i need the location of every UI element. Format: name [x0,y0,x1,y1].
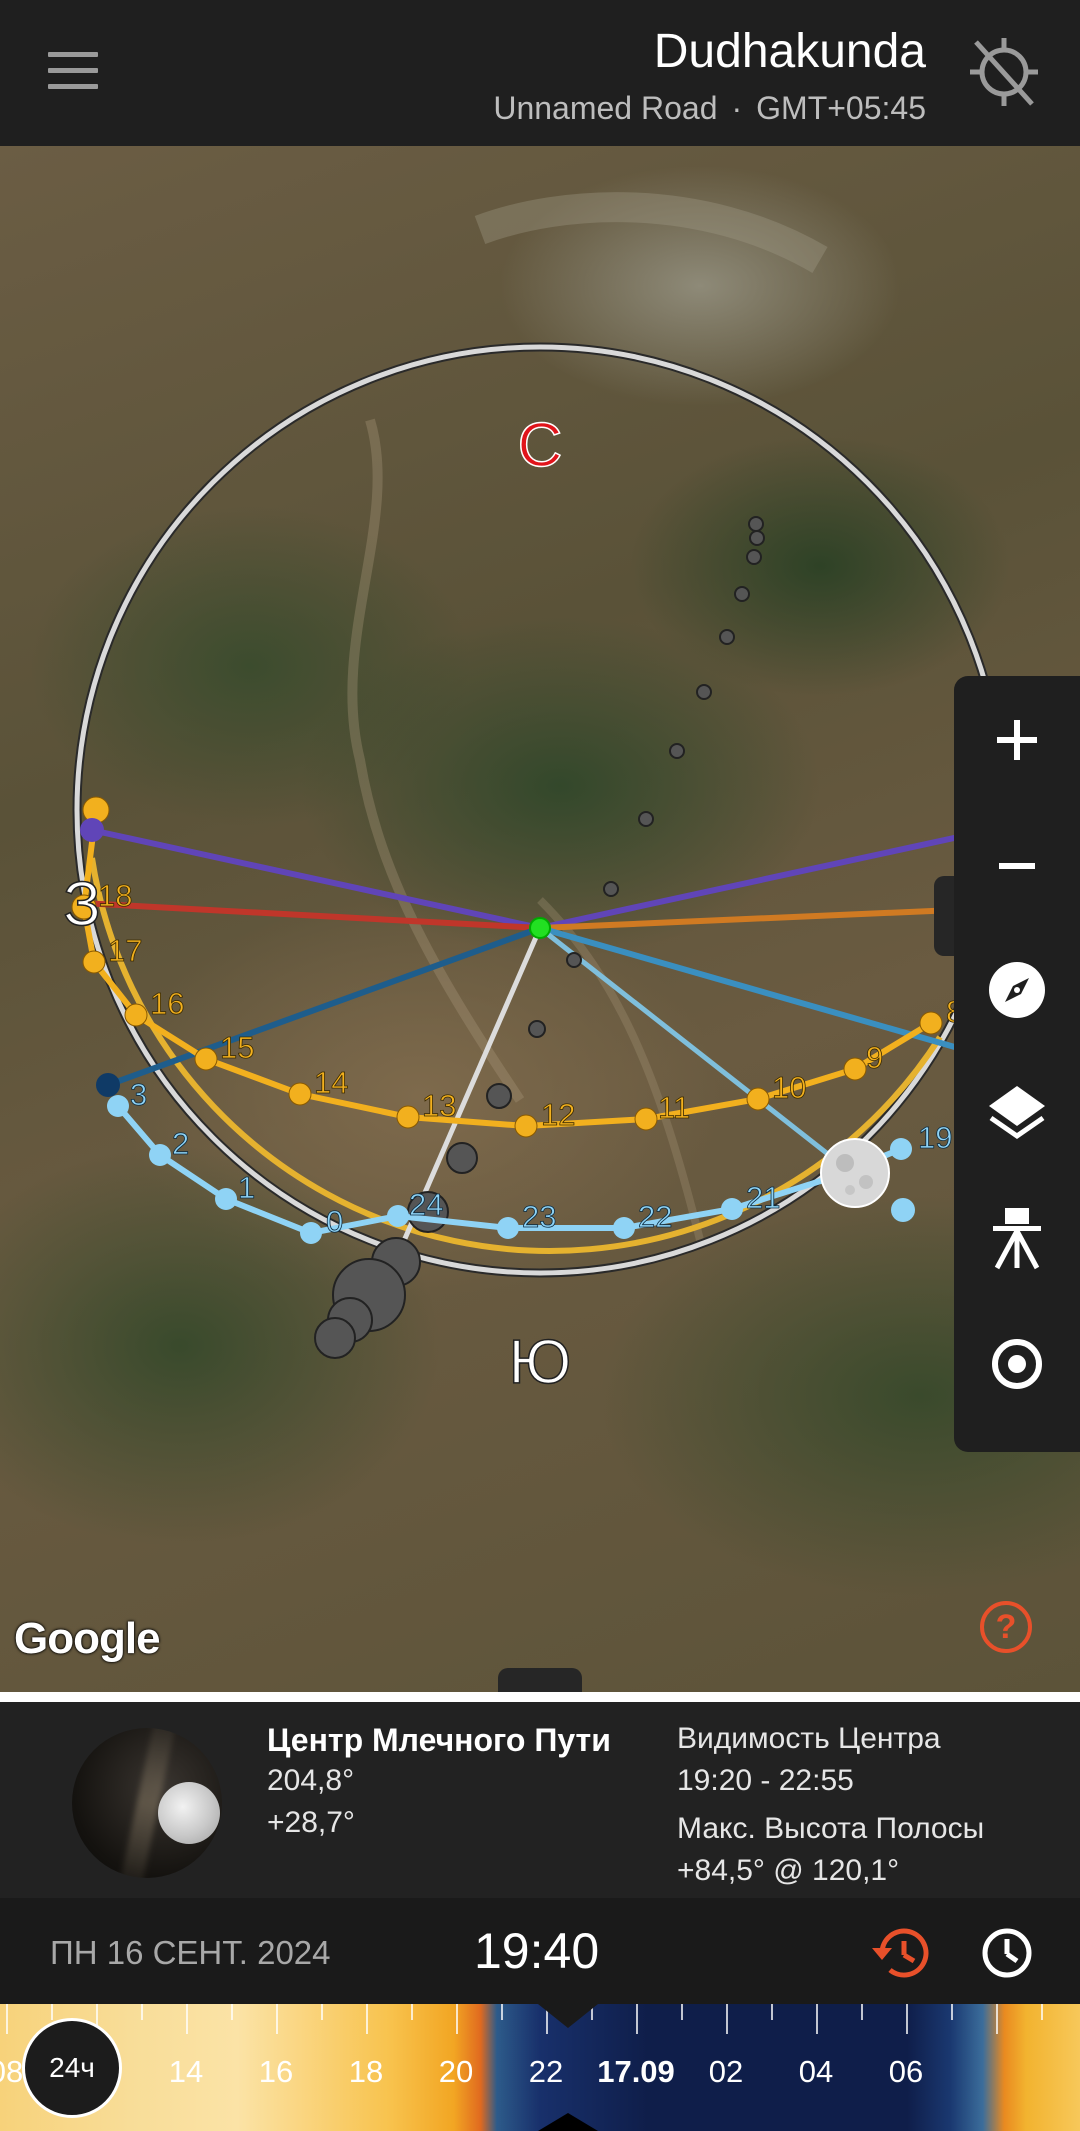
timeline-label: 20 [438,2054,474,2089]
timeline-tick [681,2004,683,2020]
history-icon[interactable] [868,1924,930,1982]
timeline-tick [231,2004,233,2020]
north-label: С [518,411,563,480]
timeline-tick [411,2004,413,2020]
timezone-text: GMT+05:45 [756,90,926,126]
svg-text:23: 23 [522,1199,556,1234]
timeline-tick [366,2004,368,2034]
timeline-tick [996,2004,998,2034]
bottom-sheet-handle[interactable] [498,1668,582,1692]
location-subtitle: Unnamed Road · GMT+05:45 [493,90,926,127]
layers-icon[interactable] [979,1076,1055,1152]
svg-text:15: 15 [220,1030,254,1065]
svg-text:1: 1 [238,1170,255,1205]
location-title[interactable]: Dudhakunda [654,24,926,79]
info-title: Центр Млечного Пути [267,1722,611,1758]
timeline-label: 17.09 [597,2054,675,2089]
visibility-label: Видимость Центра [677,1722,941,1755]
moon-position [820,1138,890,1208]
address-text: Unnamed Road [493,90,718,126]
svg-text:19: 19 [918,1120,952,1155]
zoom-in-button[interactable] [979,702,1055,778]
sunrise-marker [80,818,104,842]
timeline-tick [951,2004,953,2020]
timeline-tick [726,2004,728,2034]
ephemeris-overlay: С Ю З 8 9 10 11 12 13 14 15 16 17 18 19 … [63,192,1008,1398]
timeline-label: 04 [798,2054,834,2089]
observer-pin [529,917,551,939]
timeline-tick [456,2004,458,2034]
svg-text:21: 21 [746,1180,780,1215]
timeline-tick [636,2004,638,2034]
azimuth-value: 204,8° [267,1764,355,1797]
timeline-tick [501,2004,503,2020]
svg-text:0: 0 [326,1204,343,1239]
south-label: Ю [509,1328,572,1397]
panel-divider [0,1692,1080,1702]
svg-text:14: 14 [314,1065,348,1100]
help-icon[interactable]: ? [980,1601,1032,1653]
range-mode-button[interactable]: 24ч [22,2018,122,2118]
tripod-camera-icon[interactable] [979,1200,1055,1276]
timeline-cursor-bottom [538,2113,598,2131]
svg-text:11: 11 [658,1090,690,1125]
timeline-tick [861,2004,863,2020]
svg-text:12: 12 [541,1097,575,1132]
menu-icon[interactable] [48,52,98,92]
svg-text:18: 18 [98,878,132,913]
target-icon[interactable] [979,1326,1055,1402]
gps-off-icon[interactable] [968,34,1040,110]
svg-text:2: 2 [172,1126,189,1161]
timeline-label: 18 [348,2054,384,2089]
timeline-tick [771,2004,773,2020]
svg-text:16: 16 [150,986,184,1021]
timeline-tick [51,2004,53,2020]
zoom-out-button[interactable] [979,828,1055,904]
max-height-value: +84,5° @ 120,1° [677,1854,900,1887]
svg-text:24: 24 [409,1187,443,1222]
timeline-tick [1041,2004,1043,2020]
compass-icon[interactable] [979,952,1055,1028]
timeline-tick [816,2004,818,2034]
map-view[interactable]: С Ю З 8 9 10 11 12 13 14 15 16 17 18 19 … [0,146,1080,1692]
clock-icon[interactable] [980,1926,1034,1980]
timeline-label: 16 [258,2054,294,2089]
timeline-label: 14 [168,2054,204,2089]
date-time-bar: ПН 16 СЕНТ. 2024 19:40 [0,1898,1080,2004]
timeline-cursor [538,2004,598,2028]
timeline-label: 08 [0,2054,24,2089]
timeline-tick [906,2004,908,2034]
moonrise-marker [96,1073,120,1097]
horizon-circle [74,344,1006,1276]
timeline-tick [321,2004,323,2020]
timeline-tick [276,2004,278,2034]
svg-text:13: 13 [422,1088,456,1123]
altitude-value: +28,7° [267,1806,355,1839]
top-bar: Dudhakunda Unnamed Road · GMT+05:45 [0,0,1080,146]
timeline-tick [186,2004,188,2034]
timeline-label: 02 [708,2054,744,2089]
timeline-label: 22 [528,2054,564,2089]
visibility-range: 19:20 - 22:55 [677,1764,854,1797]
max-height-label: Макс. Высота Полосы [677,1812,985,1845]
timeline-label: 06 [888,2054,924,2089]
west-label: З [63,870,100,939]
svg-text:3: 3 [130,1077,147,1112]
time-text[interactable]: 19:40 [474,1922,599,1980]
timeline-scrubber[interactable]: 0812141618202217.09020406 24ч [0,2004,1080,2131]
side-panel-handle[interactable] [934,876,954,956]
svg-text:9: 9 [866,1040,883,1075]
moon-thumbnail [158,1782,220,1844]
svg-text:10: 10 [772,1070,806,1105]
google-logo: Google [14,1614,161,1663]
moon-azimuth-line [538,926,854,1175]
date-text[interactable]: ПН 16 СЕНТ. 2024 [50,1934,331,1972]
timeline-tick [6,2004,8,2034]
svg-text:17: 17 [108,933,142,968]
map-toolbar [954,676,1080,1452]
svg-text:22: 22 [638,1199,672,1234]
separator-dot: · [731,90,743,126]
timeline-tick [141,2004,143,2020]
